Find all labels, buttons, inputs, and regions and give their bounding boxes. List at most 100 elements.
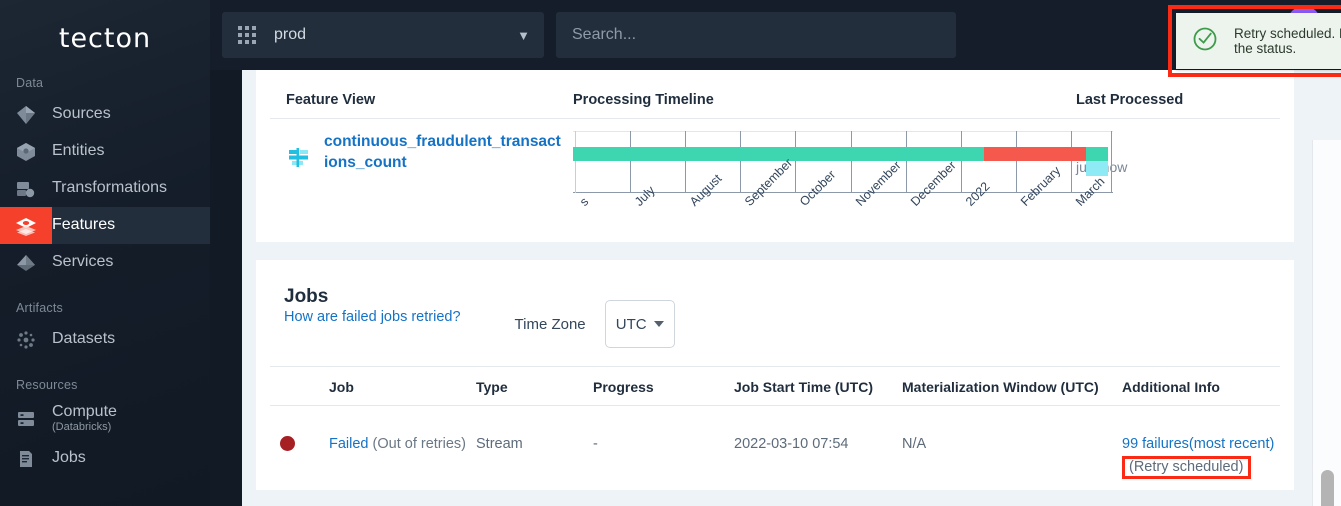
timezone-control: Time Zone UTC <box>515 300 675 348</box>
chart-gridline <box>851 131 852 193</box>
toast-message: Retry scheduled. Refresh this page to se… <box>1218 26 1341 56</box>
feature-view-link[interactable]: continuous_fraudulent_transactions_count <box>324 131 564 246</box>
job-status-cell: Failed (Out of retries) <box>329 436 476 479</box>
retry-scheduled-annotation: (Retry scheduled) <box>1122 456 1251 479</box>
column-header-feature-view: Feature View <box>270 92 573 108</box>
job-type-cell: Stream <box>476 436 593 479</box>
job-retry-line: (Retry scheduled) <box>1122 454 1280 479</box>
chart-gridline <box>630 131 631 193</box>
diamond-icon <box>0 96 52 133</box>
main-area: prod ▼ Search... Retry scheduled. Refres… <box>210 0 1341 506</box>
jobs-table: Job Type Progress Job Start Time (UTC) M… <box>270 366 1280 479</box>
vertical-scrollbar[interactable] <box>1312 140 1341 506</box>
sidebar-item-entities[interactable]: Entities <box>0 133 210 170</box>
column-header-additional-info: Additional Info <box>1122 379 1280 395</box>
timeline-segment-failed[interactable] <box>984 147 1086 161</box>
feature-view-table-header: Feature View Processing Timeline Last Pr… <box>270 70 1280 119</box>
sidebar-item-label: Datasets <box>52 331 115 348</box>
sidebar-item-label: Sources <box>52 106 111 123</box>
sidebar-spacer <box>0 281 210 295</box>
job-failures-line: 99 failures(most recent) <box>1122 436 1280 452</box>
workspace-name: prod <box>274 26 517 44</box>
table-row: continuous_fraudulent_transactions_count… <box>270 119 1280 246</box>
column-header-processing-timeline: Processing Timeline <box>573 92 1070 108</box>
jobs-title-block: Jobs How are failed jobs retried? <box>284 286 461 327</box>
chart-gridline <box>1016 131 1017 193</box>
job-start-time-cell: 2022-03-10 07:54 <box>734 436 902 479</box>
sidebar-item-datasets[interactable]: Datasets <box>0 321 210 358</box>
job-status-note: (Out of retries) <box>373 436 466 452</box>
sidebar-item-label: Jobs <box>52 450 86 467</box>
feature-view-name-cell: continuous_fraudulent_transactions_count <box>270 131 573 246</box>
sidebar-item-label: Compute <box>52 403 117 420</box>
sidebar-item-jobs[interactable]: Jobs <box>0 440 210 477</box>
sidebar: tecton Data Sources Entities Transformat… <box>0 0 210 506</box>
jobs-header: Jobs How are failed jobs retried? Time Z… <box>270 260 1280 348</box>
search-placeholder: Search... <box>572 26 636 44</box>
column-header-status <box>270 379 329 395</box>
timezone-select[interactable]: UTC <box>605 300 675 348</box>
page-scroll: Feature View Processing Timeline Last Pr… <box>242 70 1312 506</box>
column-header-materialization-window: Materialization Window (UTC) <box>902 379 1122 395</box>
sidebar-item-label: Services <box>52 254 113 271</box>
chart-x-axis-labels: sJulyAugustSeptemberOctoberNovemberDecem… <box>573 195 1133 245</box>
grid-icon <box>238 26 258 44</box>
sidebar-item-sublabel: (Databricks) <box>52 422 117 434</box>
chevron-down-icon: ▼ <box>517 28 530 43</box>
chart-gridline <box>575 131 576 193</box>
sidebar-group-artifacts: Artifacts <box>0 295 210 321</box>
layers-icon <box>0 207 52 244</box>
workspace-selector[interactable]: prod ▼ <box>222 12 544 58</box>
chart-gridline <box>685 131 686 193</box>
column-header-progress: Progress <box>593 379 734 395</box>
chart-gridline <box>1111 131 1112 193</box>
search-input[interactable]: Search... <box>556 12 956 58</box>
sidebar-item-transformations[interactable]: Transformations <box>0 170 210 207</box>
sidebar-item-compute[interactable]: Compute (Databricks) <box>0 398 210 440</box>
cube-icon <box>0 133 52 170</box>
failed-jobs-help-link[interactable]: How are failed jobs retried? <box>284 309 461 325</box>
chart-gridline <box>906 131 907 193</box>
sidebar-item-features[interactable]: Features <box>0 207 210 244</box>
sidebar-item-label: Entities <box>52 143 104 160</box>
sidebar-spacer <box>0 358 210 372</box>
job-status-dot-cell <box>270 436 329 479</box>
app-logo[interactable]: tecton <box>0 0 210 70</box>
column-header-type: Type <box>476 379 593 395</box>
pyramid-icon <box>0 244 52 281</box>
scrollbar-thumb[interactable] <box>1321 470 1334 506</box>
job-failures-count[interactable]: 99 failures <box>1122 436 1189 452</box>
chart-gridline <box>795 131 796 193</box>
sidebar-item-label-wrap: Compute (Databricks) <box>52 404 117 433</box>
chart-top-axis <box>573 131 1113 132</box>
jobs-card: Jobs How are failed jobs retried? Time Z… <box>256 260 1294 490</box>
processing-timeline-cell: sJulyAugustSeptemberOctoberNovemberDecem… <box>573 131 1070 246</box>
chart-gridline <box>740 131 741 193</box>
job-status-link[interactable]: Failed <box>329 436 369 452</box>
sidebar-item-services[interactable]: Services <box>0 244 210 281</box>
chart-gridline <box>961 131 962 193</box>
feature-view-card: Feature View Processing Timeline Last Pr… <box>256 70 1294 242</box>
sidebar-item-label: Features <box>52 217 115 234</box>
job-additional-info-cell: 99 failures(most recent) (Retry schedule… <box>1122 436 1280 479</box>
content-region: Feature View Processing Timeline Last Pr… <box>242 70 1341 506</box>
chart-x-tick-label: s <box>577 195 591 209</box>
check-circle-icon <box>1192 26 1218 57</box>
timeline-segment-materialized[interactable] <box>573 147 984 161</box>
logo-text: tecton <box>59 23 151 54</box>
job-window-cell: N/A <box>902 436 1122 479</box>
sidebar-item-label: Transformations <box>52 180 167 197</box>
table-row: Failed (Out of retries) Stream - 2022-03… <box>270 406 1280 479</box>
timezone-value: UTC <box>616 316 647 333</box>
document-icon <box>0 440 52 477</box>
column-header-start-time: Job Start Time (UTC) <box>734 379 902 395</box>
sidebar-group-resources: Resources <box>0 372 210 398</box>
timeline-segment-materialized-tail[interactable] <box>1086 147 1108 161</box>
job-most-recent-link[interactable]: (most recent) <box>1189 436 1274 452</box>
timezone-label: Time Zone <box>515 316 586 333</box>
sidebar-item-sources[interactable]: Sources <box>0 96 210 133</box>
jobs-table-header: Job Type Progress Job Start Time (UTC) M… <box>270 366 1280 406</box>
job-progress-cell: - <box>593 436 734 479</box>
dataset-dots-icon <box>0 321 52 358</box>
toast-notification: Retry scheduled. Refresh this page to se… <box>1176 13 1341 69</box>
